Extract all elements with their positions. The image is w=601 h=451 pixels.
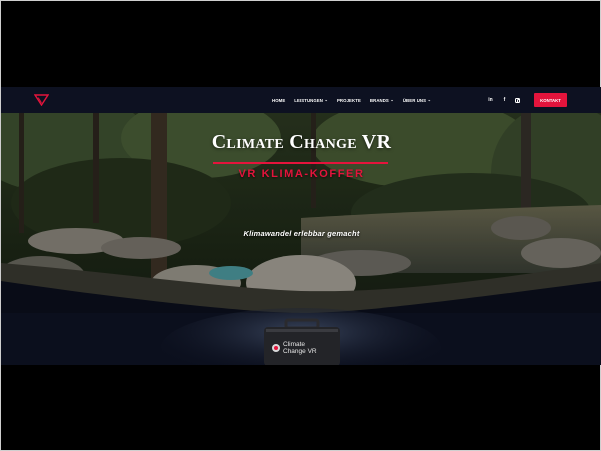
- facebook-icon[interactable]: f: [501, 97, 508, 103]
- chevron-down-icon: ⌄: [324, 97, 328, 102]
- case-label-line1: Climate: [283, 341, 305, 348]
- vr-case-image: Climate Change VR: [264, 318, 340, 365]
- hero-tagline: Klimawandel erlebbar gemacht: [243, 229, 360, 238]
- nav-item-ueber-uns[interactable]: ÜBER UNS ⌄: [403, 98, 431, 103]
- nav-item-label: ÜBER UNS: [402, 97, 427, 103]
- title-divider: [213, 162, 388, 164]
- screenshot-frame: HOME LEISTUNGEN ⌄ PROJEKTE BRANDS ⌄ ÜBER…: [0, 0, 601, 451]
- hero-title: Climate Change VR: [211, 131, 392, 153]
- nav-item-brands[interactable]: BRANDS ⌄: [370, 98, 394, 103]
- social-links: in f: [487, 87, 521, 113]
- nav-item-leistungen[interactable]: LEISTUNGEN ⌄: [294, 98, 328, 103]
- nav-item-label: PROJEKTE: [336, 97, 361, 103]
- linkedin-icon[interactable]: in: [487, 97, 494, 103]
- chevron-down-icon: ⌄: [427, 97, 432, 102]
- main-menu: HOME LEISTUNGEN ⌄ PROJEKTE BRANDS ⌄ ÜBER…: [272, 87, 431, 113]
- kontakt-button[interactable]: KONTAKT: [534, 93, 567, 107]
- nav-item-label: BRANDS: [369, 97, 389, 103]
- instagram-icon[interactable]: [515, 97, 521, 103]
- hero-subtitle: VR KLIMA-KOFFER: [238, 168, 365, 180]
- nav-item-home[interactable]: HOME: [272, 98, 285, 103]
- nav-item-label: LEISTUNGEN: [294, 97, 323, 103]
- case-label-line2: Change VR: [283, 348, 317, 355]
- nav-item-label: HOME: [272, 97, 286, 103]
- top-navbar: HOME LEISTUNGEN ⌄ PROJEKTE BRANDS ⌄ ÜBER…: [1, 87, 601, 113]
- website: HOME LEISTUNGEN ⌄ PROJEKTE BRANDS ⌄ ÜBER…: [1, 87, 601, 365]
- nav-item-projekte[interactable]: PROJEKTE: [337, 98, 361, 103]
- hero-section: Climate Change VR VR KLIMA-KOFFER Klimaw…: [1, 113, 601, 365]
- chevron-down-icon: ⌄: [390, 97, 394, 102]
- triangle-logo-icon[interactable]: [34, 94, 49, 106]
